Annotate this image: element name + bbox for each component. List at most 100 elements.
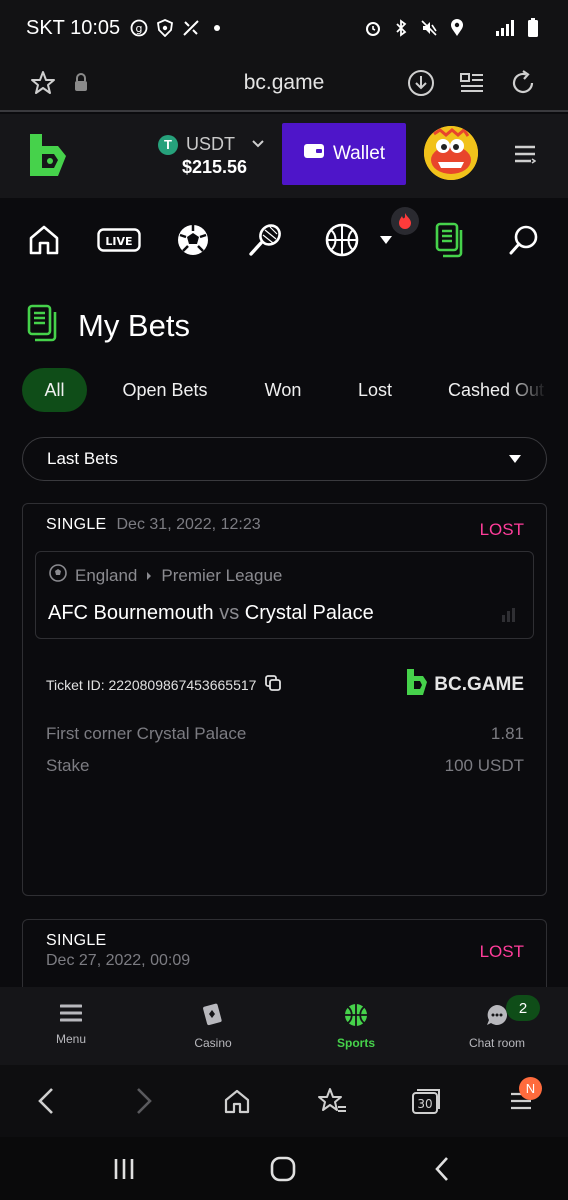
- ticket-id: Ticket ID: 2220809867453665517: [46, 676, 257, 693]
- tabs-icon[interactable]: 30: [408, 1083, 444, 1119]
- bet-date: Dec 31, 2022, 12:23: [116, 516, 261, 533]
- status-badge: LOST: [479, 942, 524, 961]
- download-icon[interactable]: [406, 68, 436, 98]
- my-bets-icon[interactable]: [430, 220, 470, 260]
- page-header: My Bets: [26, 304, 190, 347]
- copy-icon[interactable]: [264, 674, 282, 695]
- bottom-nav-label: Menu: [55, 1032, 87, 1046]
- bet-filter-tabs: All Open Bets Won Lost Cashed Out: [22, 368, 547, 414]
- my-bets-icon: [26, 304, 60, 347]
- bluetooth-icon: [392, 19, 410, 37]
- currency-name: USDT: [186, 134, 235, 154]
- browser-bar: bc.game: [0, 56, 568, 112]
- home-team: AFC Bournemouth: [48, 602, 214, 624]
- bet-type: SINGLE: [46, 516, 107, 533]
- bc-game-logo: BC.GAME: [406, 668, 524, 702]
- tab-open-bets[interactable]: Open Bets: [110, 368, 220, 412]
- app-header: T USDT $215.56 Wallet: [0, 114, 568, 198]
- recents-icon[interactable]: [108, 1153, 140, 1185]
- hamburger-menu-icon[interactable]: [514, 144, 537, 164]
- bet-date: Dec 27, 2022, 00:09: [46, 952, 191, 969]
- battery-icon: [524, 18, 542, 37]
- tab-all[interactable]: All: [22, 368, 87, 412]
- menu-notification-badge: N: [519, 1077, 542, 1100]
- tether-icon: T: [158, 134, 178, 155]
- soccer-icon[interactable]: [173, 220, 213, 260]
- bookmarks-icon[interactable]: [314, 1083, 350, 1119]
- location-icon: [448, 19, 466, 37]
- stats-icon[interactable]: [501, 608, 517, 627]
- shield-icon: [156, 19, 174, 37]
- basketball-icon[interactable]: [322, 220, 362, 260]
- search-icon[interactable]: [504, 220, 544, 260]
- event-league: Premier League: [161, 565, 283, 585]
- mute-icon: [420, 19, 438, 37]
- system-nav-bar: [0, 1137, 568, 1200]
- away-team: Crystal Palace: [244, 602, 374, 624]
- bottom-nav: Menu Casino Sports Chat room: [0, 987, 568, 1065]
- dot-icon: [208, 19, 226, 37]
- bottom-nav-menu[interactable]: Menu: [21, 1003, 121, 1046]
- back-icon[interactable]: [28, 1083, 64, 1119]
- home-icon[interactable]: [24, 220, 64, 260]
- menu-icon: [59, 1003, 83, 1026]
- tab-lost[interactable]: Lost: [340, 368, 410, 412]
- chevron-down-icon: [251, 136, 265, 154]
- bottom-nav-sports[interactable]: Sports: [306, 1003, 406, 1050]
- status-badge: LOST: [479, 520, 524, 539]
- reader-icon[interactable]: [457, 68, 487, 98]
- bottom-nav-label: Sports: [336, 1036, 375, 1050]
- event-teams: AFC Bournemouth vs Crystal Palace: [48, 602, 374, 625]
- brand-label: BC.GAME: [434, 674, 524, 695]
- back-icon[interactable]: [426, 1153, 458, 1185]
- breadcrumb-chevron-icon: [145, 566, 153, 586]
- tab-count: 30: [417, 1097, 432, 1111]
- bet-period-value: Last Bets: [47, 449, 118, 468]
- status-time: SKT 10:05: [26, 16, 121, 39]
- reload-icon[interactable]: [508, 68, 538, 98]
- forward-icon[interactable]: [126, 1083, 162, 1119]
- bottom-nav-casino[interactable]: Casino: [163, 1003, 263, 1050]
- browser-toolbar: 30: [0, 1065, 568, 1137]
- page-title: My Bets: [78, 307, 190, 343]
- bottom-nav-label: Chat room: [468, 1036, 526, 1050]
- balance-amount: $215.56: [182, 157, 248, 177]
- bc-logo-icon[interactable]: [28, 132, 68, 180]
- selection-odds: 1.81: [490, 724, 524, 743]
- stake-row: Stake 100 USDT: [46, 756, 524, 776]
- caret-down-icon: [508, 449, 522, 469]
- avatar[interactable]: [424, 126, 478, 180]
- selection-name: First corner Crystal Palace: [46, 724, 247, 743]
- wallet-label: Wallet: [332, 143, 386, 164]
- soccer-icon: [49, 564, 67, 587]
- fire-icon[interactable]: [391, 207, 419, 235]
- sports-icon: [344, 1003, 368, 1030]
- home-icon[interactable]: [219, 1083, 255, 1119]
- g-icon: g: [130, 19, 148, 37]
- alarm-icon: [364, 19, 382, 37]
- live-icon[interactable]: LIVE: [96, 220, 142, 260]
- bc-logo-icon: [406, 668, 428, 702]
- tab-won[interactable]: Won: [246, 368, 320, 412]
- tabs-fade: [507, 368, 547, 414]
- bet-period-select[interactable]: Last Bets: [22, 437, 547, 481]
- home-button-icon[interactable]: [267, 1153, 299, 1185]
- wallet-button[interactable]: Wallet: [282, 123, 406, 185]
- event-box[interactable]: England Premier League AFC Bournemouth v…: [35, 551, 534, 639]
- bet-card[interactable]: SINGLE Dec 31, 2022, 12:23 LOST England …: [22, 503, 547, 896]
- casino-icon: [200, 1003, 226, 1030]
- tennis-icon[interactable]: [246, 220, 286, 260]
- status-bar: SKT 10:05 g: [0, 0, 568, 56]
- sports-nav-row: LIVE: [0, 198, 568, 284]
- currency-selector[interactable]: T USDT $215.56: [158, 134, 265, 178]
- event-country: England: [75, 565, 138, 585]
- live-label: LIVE: [105, 235, 132, 248]
- stake-value: 100 USDT: [444, 756, 524, 775]
- chat-unread-badge: 2: [506, 995, 540, 1021]
- satellite-icon: [182, 19, 200, 37]
- lte-signal-icon: [476, 19, 514, 37]
- bet-type: SINGLE: [46, 932, 107, 949]
- vs-label: vs: [219, 602, 240, 624]
- wallet-icon: [303, 142, 325, 166]
- svg-text:g: g: [136, 22, 143, 35]
